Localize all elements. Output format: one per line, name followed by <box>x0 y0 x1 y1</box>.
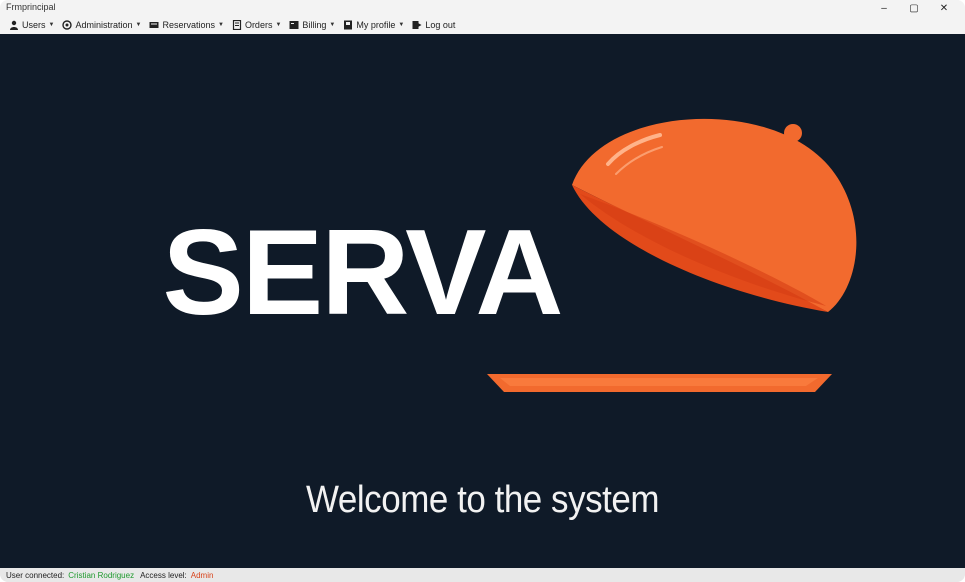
menu-orders[interactable]: Orders ▼ <box>229 17 284 33</box>
maximize-button[interactable]: ▢ <box>899 0 929 16</box>
chevron-down-icon: ▼ <box>48 22 55 28</box>
chevron-down-icon: ▼ <box>398 22 405 28</box>
menu-log-out[interactable]: Log out <box>409 17 458 33</box>
brand-wordmark: SERVA <box>162 204 561 340</box>
plate-icon <box>487 374 832 392</box>
menu-orders-label: Orders <box>244 20 273 30</box>
orders-icon <box>232 20 242 30</box>
access-level-value: Admin <box>190 570 214 580</box>
status-bar: User connected: Cristian Rodriguez Acces… <box>0 568 965 582</box>
menu-my-profile[interactable]: My profile ▼ <box>340 17 407 33</box>
chevron-down-icon: ▼ <box>329 22 336 28</box>
user-connected-label: User connected: <box>6 570 65 580</box>
chevron-down-icon: ▼ <box>217 22 224 28</box>
menu-log-out-label: Log out <box>425 20 456 30</box>
chevron-down-icon: ▼ <box>275 22 282 28</box>
minimize-button[interactable]: – <box>869 0 899 16</box>
menu-reservations-label: Reservations <box>162 20 215 30</box>
menu-administration-label: Administration <box>75 20 133 30</box>
welcome-message: Welcome to the system <box>305 479 660 521</box>
menu-administration[interactable]: Administration ▼ <box>59 17 144 33</box>
menu-bar: Users ▼ Administration ▼ Reservations ▼ … <box>0 16 965 34</box>
menu-my-profile-label: My profile <box>356 20 396 30</box>
window-controls: – ▢ ✕ <box>869 0 959 16</box>
cloche-icon <box>572 118 857 312</box>
main-content: SERVA Welcome to the system <box>0 34 965 568</box>
close-button[interactable]: ✕ <box>929 0 959 16</box>
settings-icon <box>62 20 73 30</box>
window-title: Frmprincipal <box>6 2 56 12</box>
profile-icon <box>344 20 353 30</box>
reservations-icon <box>149 22 159 28</box>
logout-icon <box>412 21 422 29</box>
menu-reservations[interactable]: Reservations ▼ <box>146 17 226 33</box>
app-window: Frmprincipal – ▢ ✕ Users ▼ Administratio… <box>0 0 965 582</box>
menu-billing[interactable]: Billing ▼ <box>286 17 338 33</box>
menu-users-label: Users <box>22 20 46 30</box>
access-level-label: Access level: <box>140 570 187 580</box>
menu-billing-label: Billing <box>302 20 327 30</box>
billing-icon <box>289 21 299 29</box>
chevron-down-icon: ▼ <box>135 22 142 28</box>
user-connected-value: Cristian Rodriguez <box>68 570 135 580</box>
user-icon <box>10 20 18 30</box>
title-bar: Frmprincipal – ▢ ✕ <box>0 0 965 16</box>
menu-users[interactable]: Users ▼ <box>6 17 57 33</box>
